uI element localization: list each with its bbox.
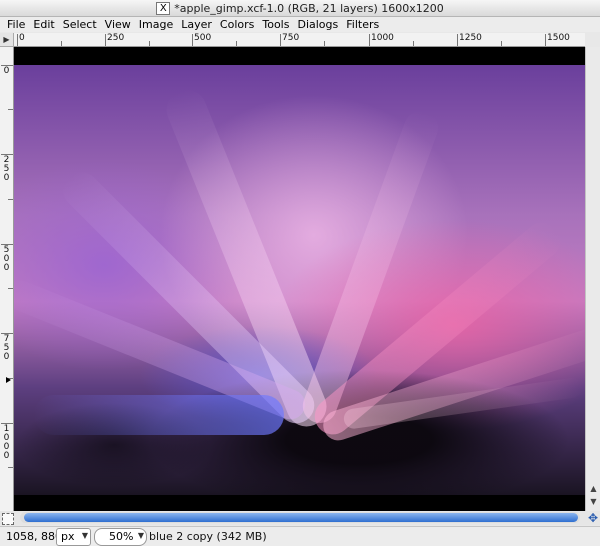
chevron-down-icon: ▼: [81, 531, 88, 540]
x11-logo-icon: X: [156, 1, 171, 15]
window-title: *apple_gimp.xcf-1.0 (RGB, 21 layers) 160…: [174, 1, 444, 15]
menu-tools[interactable]: Tools: [258, 18, 293, 31]
ruler-label: 500: [194, 33, 212, 43]
scroll-down-icon[interactable]: ▼: [588, 496, 599, 507]
ruler-minor-tick: [61, 41, 62, 46]
statusbar: 1058, 880 px ▼ 50% ▼ blue 2 copy (342 MB…: [0, 526, 600, 546]
pointer-position-marker: [6, 377, 11, 383]
horizontal-ruler[interactable]: 0 250 500 750 1000 1250 1500: [14, 33, 585, 47]
ruler-tick: [17, 34, 18, 46]
ruler-minor-tick: [236, 41, 237, 46]
zoom-value: 50%: [109, 530, 134, 543]
ruler-label: 1500: [547, 33, 570, 43]
ruler-tick: [545, 34, 546, 46]
menu-image[interactable]: Image: [135, 18, 177, 31]
horizontal-scroll-row: ✥: [0, 511, 600, 525]
ruler-minor-tick: [8, 467, 13, 468]
ruler-minor-tick: [8, 109, 13, 110]
vertical-scrollbar[interactable]: ▲ ▼: [585, 47, 600, 511]
pointer-coordinates: 1058, 880: [6, 530, 62, 543]
scroll-up-icon[interactable]: ▲: [588, 483, 599, 494]
ruler-minor-tick: [8, 199, 13, 200]
ruler-minor-tick: [324, 41, 325, 46]
vertical-ruler[interactable]: 0 250 500 750 1000: [0, 47, 14, 511]
light-ray: [34, 395, 284, 435]
menu-select[interactable]: Select: [59, 18, 101, 31]
ruler-label: 0: [19, 33, 25, 43]
ruler-tick: [280, 34, 281, 46]
menu-file[interactable]: File: [0, 18, 29, 31]
ruler-minor-tick: [413, 41, 414, 46]
quick-mask-toggle[interactable]: [2, 513, 14, 525]
unit-dropdown[interactable]: px ▼: [56, 528, 91, 546]
menu-dialogs[interactable]: Dialogs: [293, 18, 342, 31]
menu-edit[interactable]: Edit: [29, 18, 58, 31]
ruler-label: 0: [3, 66, 10, 76]
horizontal-scrollbar[interactable]: [20, 512, 580, 523]
unit-value: px: [61, 530, 75, 543]
ruler-tick: [457, 34, 458, 46]
ruler-tick: [105, 34, 106, 46]
ruler-minor-tick: [149, 41, 150, 46]
triangle-right-icon: ▶: [3, 34, 10, 44]
window-titlebar[interactable]: X *apple_gimp.xcf-1.0 (RGB, 21 layers) 1…: [0, 0, 600, 17]
ruler-minor-tick: [8, 288, 13, 289]
image-menu-button[interactable]: ▶: [0, 33, 14, 47]
menubar: File Edit Select View Image Layer Colors…: [0, 17, 600, 32]
chevron-down-icon: ▼: [137, 531, 144, 540]
menu-filters[interactable]: Filters: [342, 18, 383, 31]
ruler-tick: [192, 34, 193, 46]
zoom-dropdown[interactable]: 50% ▼: [94, 528, 147, 546]
ruler-label: 1000: [371, 33, 394, 43]
menu-layer[interactable]: Layer: [177, 18, 216, 31]
aurora-image[interactable]: [14, 65, 585, 495]
menu-view[interactable]: View: [101, 18, 135, 31]
menu-colors[interactable]: Colors: [216, 18, 258, 31]
layer-info: blue 2 copy (342 MB): [149, 530, 267, 543]
ruler-label: 250: [107, 33, 125, 43]
ruler-label: 250: [3, 155, 10, 183]
ruler-minor-tick: [501, 41, 502, 46]
ruler-label: 750: [3, 334, 10, 362]
image-canvas[interactable]: [14, 47, 585, 511]
ruler-label: 500: [3, 245, 10, 273]
navigate-icon[interactable]: ✥: [586, 511, 600, 525]
ruler-label: 1250: [459, 33, 482, 43]
horizontal-scroll-thumb[interactable]: [24, 513, 578, 522]
ruler-label: 1000: [3, 424, 10, 461]
ruler-label: 750: [282, 33, 300, 43]
ruler-tick: [369, 34, 370, 46]
